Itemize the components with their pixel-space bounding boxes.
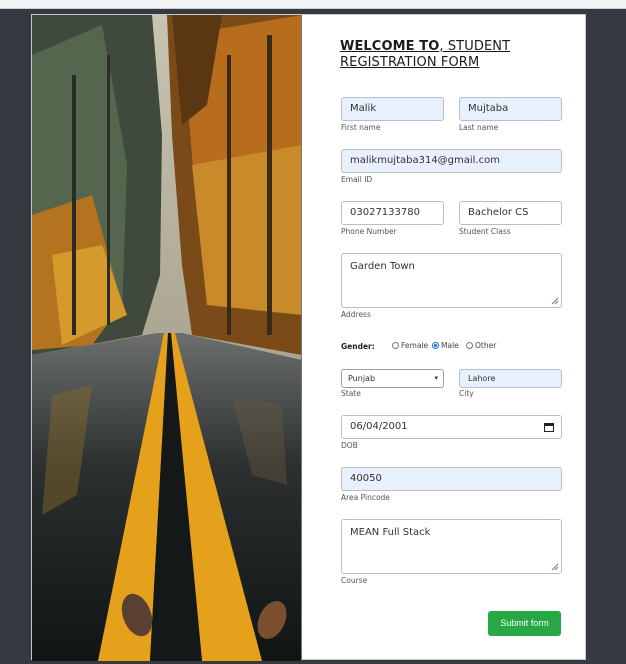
dob-input[interactable]: 06/04/2001	[341, 415, 562, 439]
address-value: Garden Town	[350, 261, 415, 272]
resize-grip-icon[interactable]	[551, 563, 559, 571]
email-input[interactable]: malikmujtaba314@gmail.com	[341, 149, 562, 173]
select-caret-icon: ▾	[434, 374, 438, 382]
registration-form: WELCOME TO, STUDENT REGISTRATION FORM Ma…	[340, 15, 586, 661]
student-class-input[interactable]: Bachelor CS	[459, 201, 562, 225]
browser-top-strip	[0, 0, 626, 9]
radio-other[interactable]	[466, 342, 473, 349]
pincode-input[interactable]: 40050	[341, 467, 562, 491]
dob-value: 06/04/2001	[350, 421, 408, 432]
radio-female-label: Female	[401, 341, 429, 350]
phone-input[interactable]: 03027133780	[341, 201, 444, 225]
address-label: Address	[341, 310, 371, 319]
email-label: Email ID	[341, 175, 373, 184]
first-name-label: First name	[341, 123, 381, 132]
gender-option-male[interactable]: Male	[432, 341, 459, 350]
pincode-label: Area Pincode	[341, 493, 390, 502]
city-label: City	[459, 389, 474, 398]
gender-option-other[interactable]: Other	[466, 341, 496, 350]
state-select[interactable]: Punjab ▾	[341, 369, 444, 388]
radio-male[interactable]	[432, 342, 439, 349]
first-name-input[interactable]: Malik	[341, 97, 444, 121]
gender-label: Gender:	[341, 342, 375, 351]
autumn-road-photo	[32, 15, 302, 661]
city-input[interactable]: Lahore	[459, 369, 562, 388]
resize-grip-icon[interactable]	[551, 297, 559, 305]
radio-male-label: Male	[441, 341, 459, 350]
radio-other-label: Other	[475, 341, 497, 350]
last-name-label: Last name	[459, 123, 499, 132]
student-class-label: Student Class	[459, 227, 511, 236]
phone-label: Phone Number	[341, 227, 397, 236]
state-value: Punjab	[348, 374, 376, 383]
calendar-icon[interactable]	[544, 422, 554, 432]
address-textarea[interactable]: Garden Town	[341, 253, 562, 308]
course-label: Course	[341, 576, 368, 585]
registration-card: WELCOME TO, STUDENT REGISTRATION FORM Ma…	[31, 14, 586, 661]
course-textarea[interactable]: MEAN Full Stack	[341, 519, 562, 574]
title-bold: WELCOME TO	[340, 39, 440, 54]
form-title: WELCOME TO, STUDENT REGISTRATION FORM	[340, 39, 570, 71]
dob-label: DOB	[341, 441, 358, 450]
gender-option-female[interactable]: Female	[392, 341, 428, 350]
course-value: MEAN Full Stack	[350, 527, 431, 538]
submit-button[interactable]: Submit form	[488, 611, 561, 636]
radio-female[interactable]	[392, 342, 399, 349]
last-name-input[interactable]: Mujtaba	[459, 97, 562, 121]
state-label: State	[341, 389, 361, 398]
